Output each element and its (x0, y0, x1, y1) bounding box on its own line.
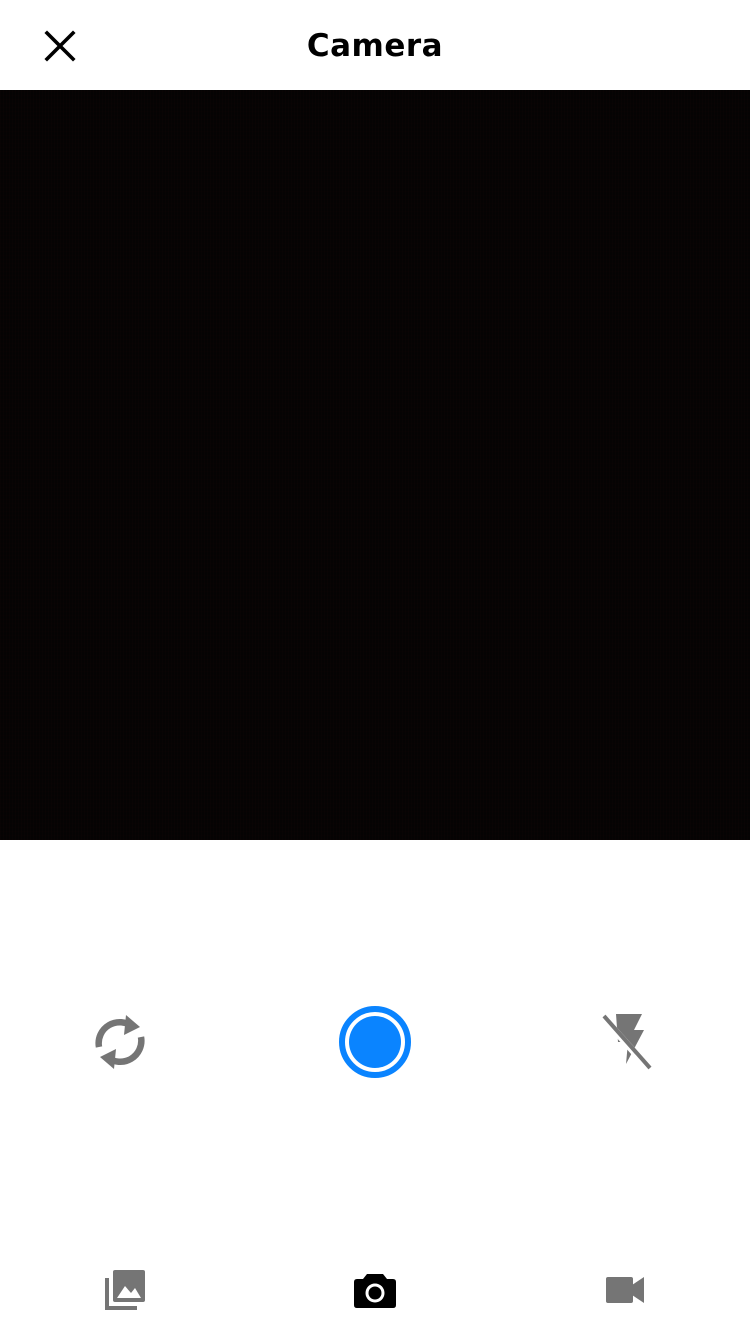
video-icon (606, 1277, 644, 1303)
header: Camera (0, 0, 750, 90)
camera-controls (0, 840, 750, 1240)
close-icon (44, 30, 76, 62)
camera-viewfinder[interactable] (0, 90, 750, 840)
mode-tab-bar (0, 1246, 750, 1334)
flip-camera-icon (95, 1015, 145, 1069)
gallery-icon (105, 1270, 145, 1310)
flip-camera-button[interactable] (80, 1002, 160, 1082)
camera-icon (354, 1274, 396, 1308)
flash-off-icon (599, 1013, 653, 1073)
tab-camera[interactable] (345, 1260, 405, 1320)
shutter-button[interactable] (335, 1002, 415, 1082)
camera-screen: Camera (0, 0, 750, 1334)
shutter-icon (339, 1006, 411, 1078)
tab-gallery[interactable] (95, 1260, 155, 1320)
flash-toggle-button[interactable] (586, 1002, 666, 1082)
close-button[interactable] (36, 22, 84, 70)
page-title: Camera (306, 28, 444, 64)
tab-video[interactable] (595, 1260, 655, 1320)
